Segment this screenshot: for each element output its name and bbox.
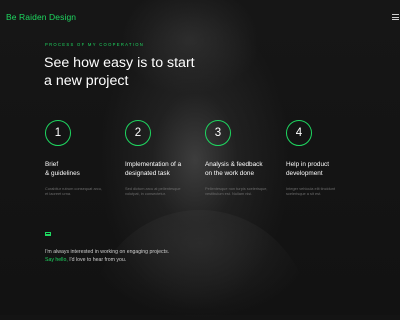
mail-icon [45,232,51,236]
menu-line [392,14,399,15]
step-description: Curabitur rutrum consequat arcu, et laore… [45,186,103,197]
process-step-2: 2 Implementation of a designated task Sed… [125,120,205,196]
background-figure [90,210,310,320]
say-hello-link[interactable]: Say hello, [45,257,68,263]
step-number-circle: 4 [286,120,312,146]
hamburger-menu-icon[interactable] [392,14,399,20]
section-headline: See how easy is to start a new project [44,54,244,90]
step-description: Integer vehicula elit tincidunt scelerisq… [286,186,336,197]
menu-line [392,19,399,20]
step-number-circle: 2 [125,120,151,146]
contact-line-2: I'd love to hear from you. [67,257,127,263]
step-title: Help in product development [286,161,329,177]
step-title: Implementation of a designated task [125,161,182,177]
step-description: Sed dictum arcu at pellentesque volutpat,… [125,186,181,197]
contact-line-1: I'm always interested in working on enga… [45,249,170,255]
menu-line [392,16,399,18]
step-number-circle: 1 [45,120,71,146]
headline-line-2: a new project [44,73,129,89]
process-step-4: 4 Help in product development Integer veh… [286,120,366,196]
step-description: Pellentesque non turpis scelerisque, vest… [205,186,268,197]
headline-line-1: See how easy is to start [44,55,195,71]
process-step-3: 3 Analysis & feedback on the work done Pe… [205,120,285,196]
step-number-circle: 3 [205,120,231,146]
step-title: Brief & guidelines [45,161,80,177]
step-title: Analysis & feedback on the work done [205,161,263,177]
site-logo[interactable]: Be Raiden Design [6,12,76,22]
section-eyebrow: PROCESS OF MY COOPERATION [45,42,145,47]
contact-text: I'm always interested in working on enga… [45,248,169,264]
process-step-1: 1 Brief & guidelines Curabitur rutrum con… [45,120,125,196]
